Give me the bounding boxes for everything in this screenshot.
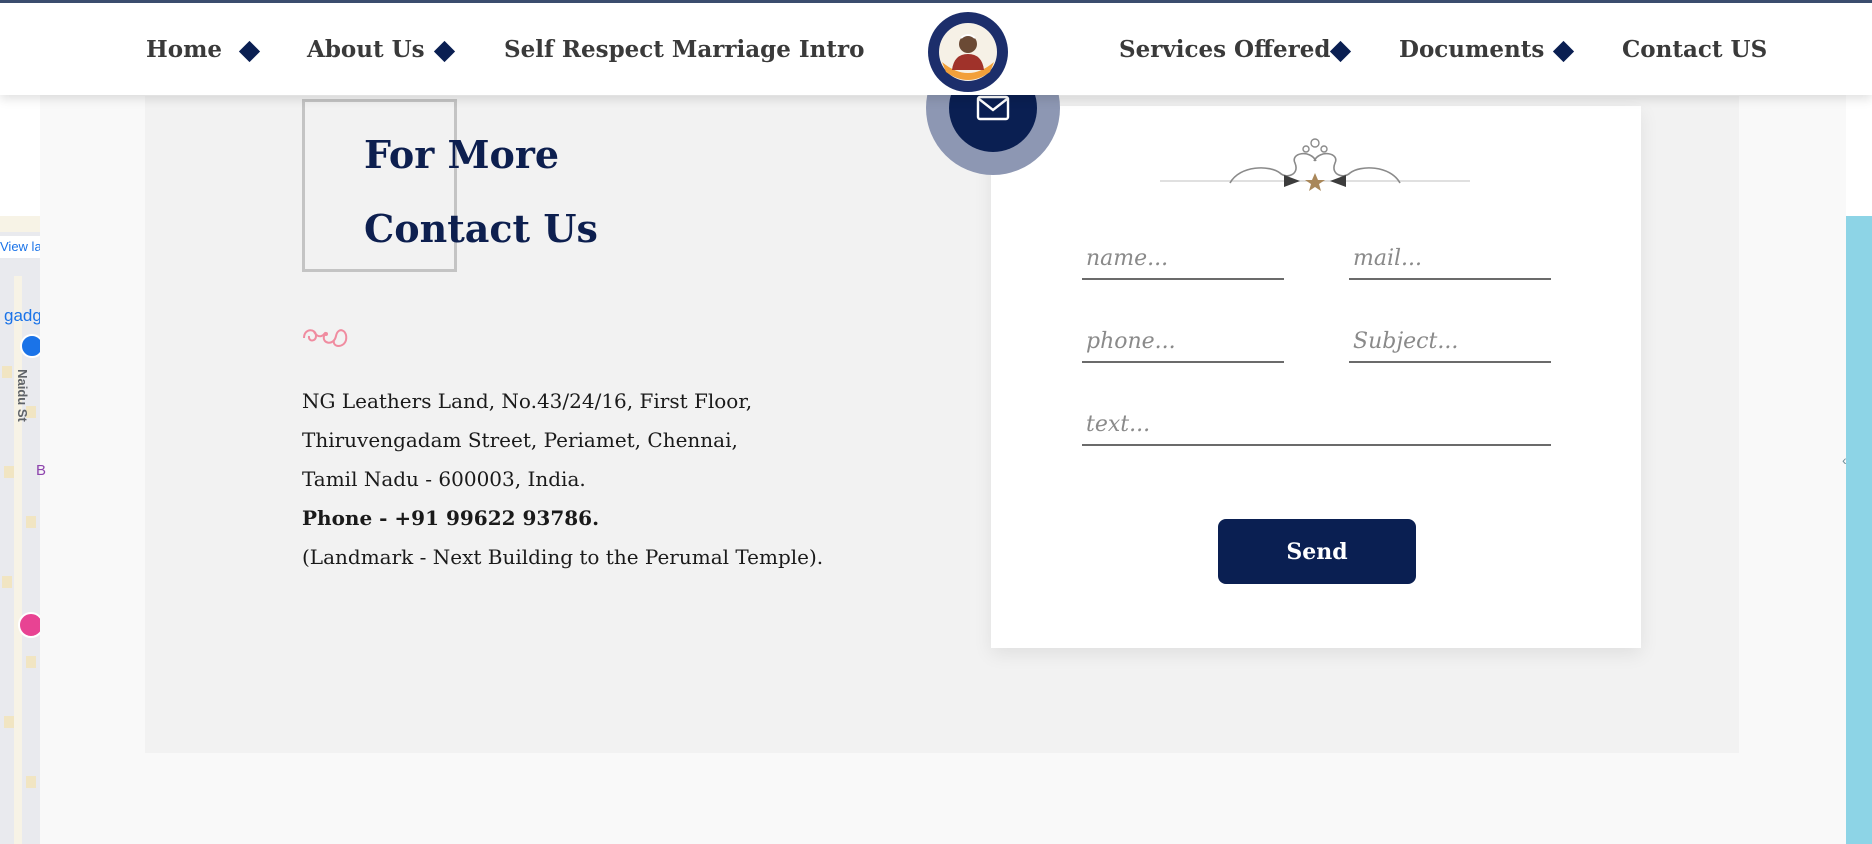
email-field[interactable] [1349, 236, 1551, 280]
subject-field[interactable] [1349, 319, 1551, 363]
nav-separator-icon [238, 40, 261, 63]
address-line: Tamil Nadu - 600003, India. [302, 467, 586, 491]
embedded-map-right[interactable] [1846, 216, 1872, 844]
nav-services-offered[interactable]: Services Offered [1119, 36, 1330, 63]
landmark-note: (Landmark - Next Building to the Perumal… [302, 545, 824, 569]
contact-title-line1: For More [364, 132, 560, 177]
nav-home[interactable]: Home [146, 36, 222, 63]
swirl-ornament-icon [303, 329, 348, 347]
phone-number: Phone - +91 99622 93786. [302, 506, 600, 530]
nav-separator-icon [433, 40, 456, 63]
mail-icon [976, 95, 1010, 121]
nav-separator-icon [1329, 40, 1352, 63]
address-block: NG Leathers Land, No.43/24/16, First Flo… [302, 382, 922, 577]
map-pin-icon[interactable] [20, 334, 40, 358]
nav-about-us[interactable]: About Us [307, 36, 425, 63]
map-pin-icon[interactable] [18, 612, 40, 638]
nav-documents[interactable]: Documents [1399, 36, 1544, 63]
contact-title-line2: Contact Us [364, 206, 598, 251]
nav-contact-us[interactable]: Contact US [1622, 36, 1767, 63]
phone-field[interactable] [1082, 319, 1284, 363]
logo-emblem-icon [932, 16, 1004, 88]
map-arrow-icon: ‹ [1842, 452, 1847, 468]
nav-self-respect-marriage-intro[interactable]: Self Respect Marriage Intro [504, 36, 864, 63]
divider-ornament-icon [1160, 138, 1470, 191]
site-header: Home About Us Self Respect Marriage Intr… [0, 0, 1872, 95]
send-button[interactable]: Send [1218, 519, 1416, 584]
nav-separator-icon [1552, 40, 1575, 63]
map-view-larger-link[interactable]: View larger map [0, 236, 40, 258]
map-place-label[interactable]: gadget [4, 306, 40, 326]
address-line: Thiruvengadam Street, Periamet, Chennai, [302, 428, 738, 452]
site-logo[interactable] [928, 12, 1008, 92]
embedded-map[interactable]: View larger map gadget Naidu St [0, 216, 40, 844]
message-field[interactable] [1082, 402, 1551, 446]
map-street-label: Naidu St [14, 369, 30, 422]
map-label-fragment: B [36, 462, 47, 479]
name-field[interactable] [1082, 236, 1284, 280]
address-line: NG Leathers Land, No.43/24/16, First Flo… [302, 389, 753, 413]
